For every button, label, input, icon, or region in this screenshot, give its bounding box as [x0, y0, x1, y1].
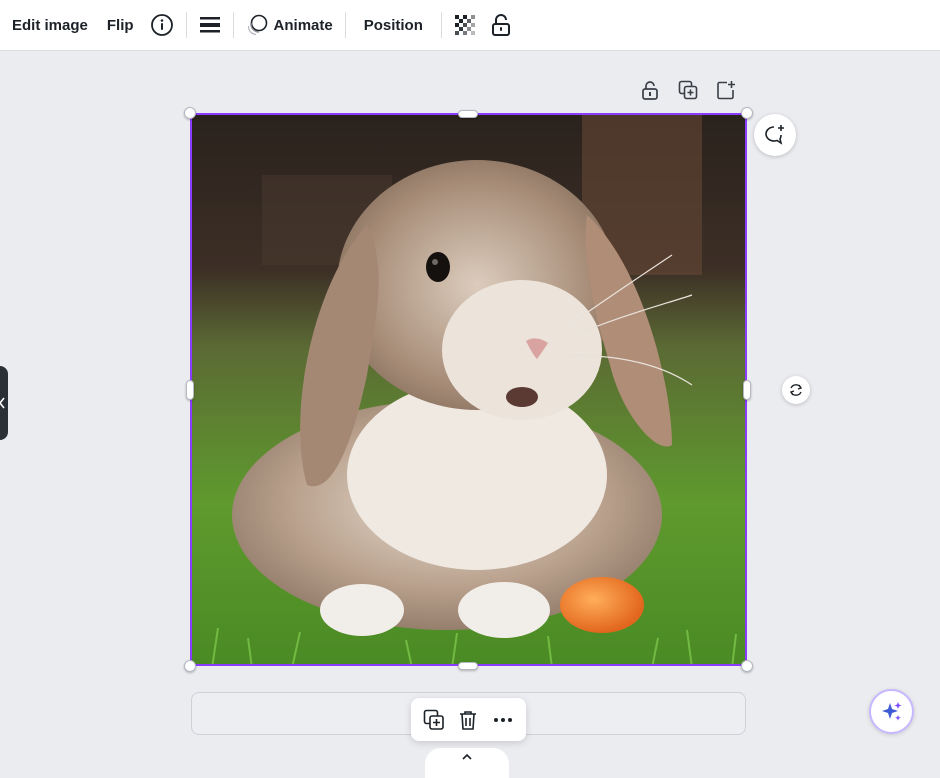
resize-handle-bottom[interactable]: [458, 662, 478, 670]
resize-handle-right[interactable]: [743, 380, 751, 400]
flip-label: Flip: [106, 16, 134, 34]
toolbar-divider: [344, 12, 346, 38]
lock-page-button[interactable]: [640, 80, 660, 100]
resize-handle-top[interactable]: [458, 110, 478, 118]
rotate-icon: [789, 384, 803, 396]
lock-icon: [491, 14, 510, 36]
info-button[interactable]: [150, 7, 174, 43]
duplicate-icon: [423, 709, 444, 730]
edit-image-button[interactable]: Edit image: [12, 7, 88, 43]
line-spacing-icon: [199, 17, 220, 33]
spacing-button[interactable]: [199, 7, 221, 43]
selected-image[interactable]: [190, 113, 747, 666]
add-page-icon: [717, 81, 735, 100]
resize-handle-top-left[interactable]: [184, 107, 196, 119]
more-icon: [493, 717, 512, 722]
animate-label: Animate: [273, 16, 333, 34]
resize-handle-left[interactable]: [186, 380, 194, 400]
duplicate-button[interactable]: [423, 709, 445, 731]
quick-actions-bar: [411, 698, 526, 741]
edit-image-label: Edit image: [12, 16, 88, 34]
delete-button[interactable]: [457, 709, 479, 731]
magic-assistant-button[interactable]: [869, 689, 914, 734]
add-comment-icon: [765, 125, 784, 145]
side-panel-toggle[interactable]: [0, 366, 8, 440]
context-toolbar: Edit image Flip Animate Position: [0, 0, 940, 51]
add-comment-button[interactable]: [754, 114, 796, 156]
resize-handle-bottom-right[interactable]: [741, 660, 753, 672]
resize-handle-top-right[interactable]: [741, 107, 753, 119]
add-page-button[interactable]: [716, 80, 736, 100]
lock-button[interactable]: [490, 7, 512, 43]
duplicate-page-icon: [678, 80, 698, 100]
page-actions: [640, 80, 736, 100]
position-label: Position: [363, 16, 423, 34]
toolbar-divider: [185, 12, 187, 38]
animate-button[interactable]: Animate: [246, 7, 333, 43]
magic-sparkle-icon: [881, 701, 901, 721]
transparency-button[interactable]: [454, 7, 476, 43]
rotate-button[interactable]: [782, 376, 810, 404]
flip-button[interactable]: Flip: [107, 7, 134, 43]
info-icon: [150, 14, 173, 36]
rabbit-photo: [192, 115, 745, 664]
resize-handle-bottom-left[interactable]: [184, 660, 196, 672]
duplicate-page-button[interactable]: [678, 80, 698, 100]
bottom-panel-toggle[interactable]: [425, 748, 509, 778]
animate-icon: [247, 14, 267, 36]
chevron-up-icon: [462, 753, 472, 760]
toolbar-divider: [440, 12, 442, 38]
position-button[interactable]: Position: [358, 7, 429, 43]
transparency-icon: [454, 15, 475, 35]
trash-icon: [460, 710, 477, 730]
lock-page-icon: [642, 81, 658, 100]
more-options-button[interactable]: [492, 709, 514, 731]
toolbar-divider: [232, 12, 234, 38]
chevron-left-icon: [0, 397, 5, 409]
